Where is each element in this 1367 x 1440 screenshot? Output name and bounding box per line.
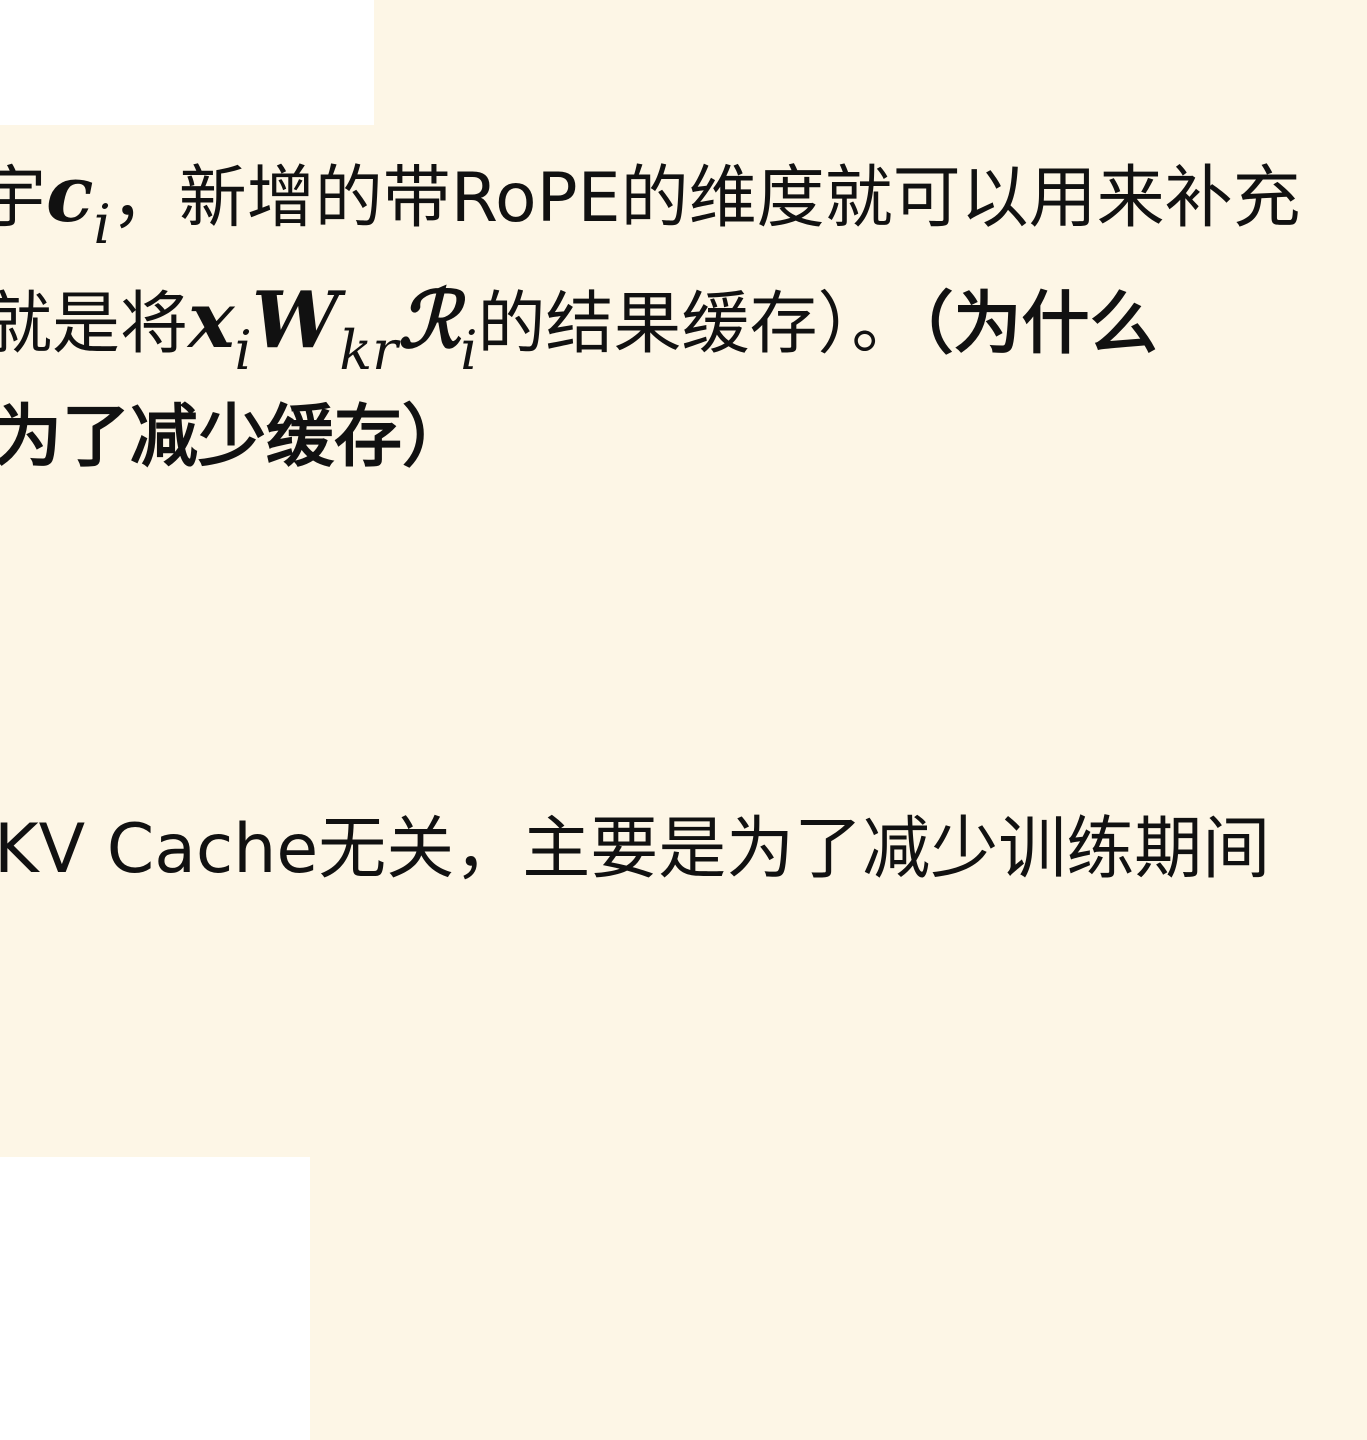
line1-text: ，新增的带RoPE的维度就可以用来补充 bbox=[110, 159, 1301, 238]
white-overlay-bottom bbox=[0, 1157, 310, 1440]
line1-prefix: 宇 bbox=[0, 159, 47, 238]
math-x: x bbox=[188, 275, 235, 366]
math-c: c bbox=[46, 149, 94, 240]
line3-bold-text: 为了减少缓存） bbox=[0, 398, 471, 477]
math-c-subscript: i bbox=[93, 193, 111, 256]
line4-text: KV Cache无关，主要是为了减少训练期间 bbox=[0, 810, 1271, 889]
paragraph-line-4: KV Cache无关，主要是为了减少训练期间 bbox=[0, 816, 1270, 884]
line2-text: 的结果缓存）。 bbox=[477, 285, 920, 364]
math-r-subscript: i bbox=[460, 319, 478, 382]
math-x-subscript: i bbox=[234, 319, 252, 382]
math-r: ℛ bbox=[397, 275, 461, 366]
paragraph-line-3: 为了减少缓存） bbox=[0, 404, 470, 472]
paragraph-line-1: 宇ci，新增的带RoPE的维度就可以用来补充 bbox=[0, 156, 1301, 252]
white-overlay-top bbox=[0, 0, 374, 125]
math-w: W bbox=[251, 275, 340, 366]
paragraph-line-2: 就是将xiWkrℛi的结果缓存）。（为什么 bbox=[0, 282, 1158, 378]
math-w-subscript: kr bbox=[339, 319, 398, 382]
line2-bold-question: （为什么 bbox=[919, 285, 1158, 364]
line2-prefix: 就是将 bbox=[0, 285, 189, 364]
